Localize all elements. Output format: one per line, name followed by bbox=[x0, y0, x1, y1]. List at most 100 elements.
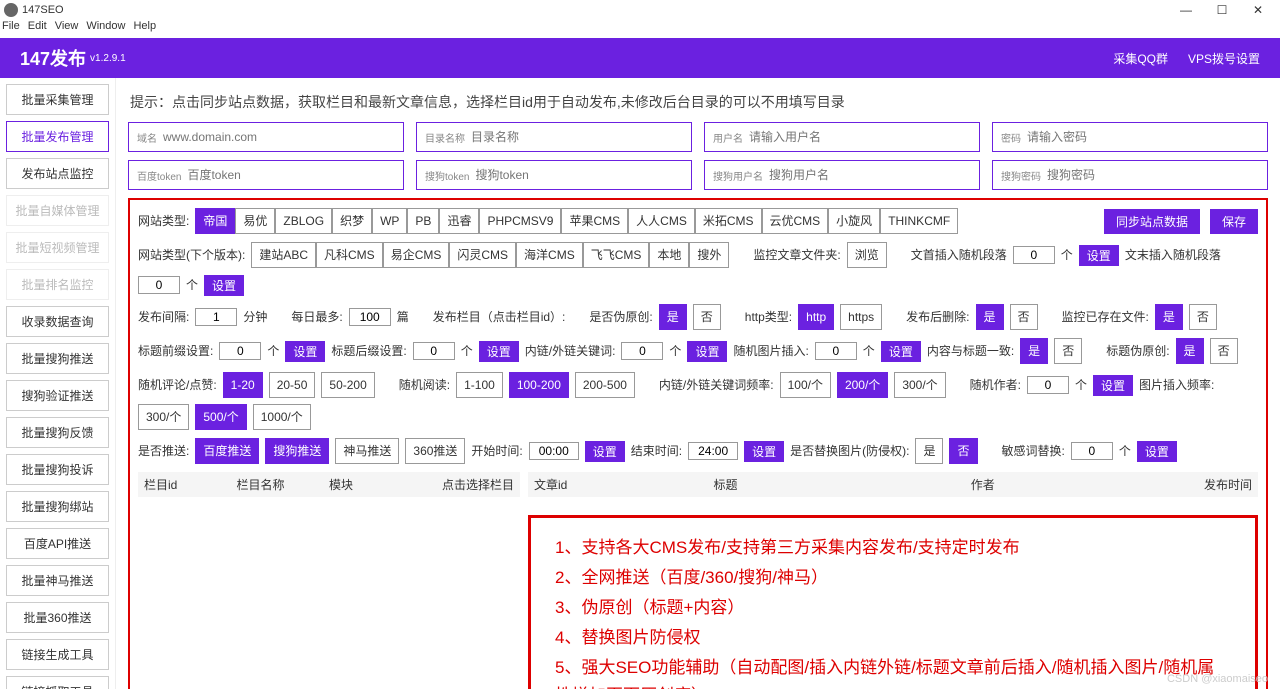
opt-WP[interactable]: WP bbox=[372, 208, 407, 234]
site-type-label: 网站类型: bbox=[138, 210, 189, 232]
sidebar-item-8[interactable]: 搜狗验证推送 bbox=[6, 380, 109, 411]
sidebar-item-15[interactable]: 链接生成工具 bbox=[6, 639, 109, 670]
input-field[interactable] bbox=[475, 168, 683, 182]
input-cell: 密码 bbox=[992, 122, 1268, 152]
table-left-head: 栏目id 栏目名称 模块 点击选择栏目 bbox=[138, 472, 520, 497]
input-field[interactable] bbox=[163, 130, 395, 144]
opt-迅睿[interactable]: 迅睿 bbox=[439, 208, 479, 234]
input-cell: 搜狗密码 bbox=[992, 160, 1268, 190]
pre-insert-set[interactable]: 设置 bbox=[1079, 245, 1119, 266]
input-field[interactable] bbox=[769, 168, 971, 182]
opt-搜外[interactable]: 搜外 bbox=[689, 242, 729, 268]
input-field[interactable] bbox=[749, 130, 971, 144]
menubar: File Edit View Window Help bbox=[0, 20, 1280, 38]
sidebar-item-7[interactable]: 批量搜狗推送 bbox=[6, 343, 109, 374]
menu-view[interactable]: View bbox=[55, 20, 79, 38]
pre-insert-input[interactable] bbox=[1013, 246, 1055, 264]
input-cell: 域名 bbox=[128, 122, 404, 152]
feature-line: 1、支持各大CMS发布/支持第三方采集内容发布/支持定时发布 bbox=[555, 534, 1231, 562]
sidebar-item-9[interactable]: 批量搜狗反馈 bbox=[6, 417, 109, 448]
https-opt[interactable]: https bbox=[840, 304, 882, 330]
opt-人人CMS[interactable]: 人人CMS bbox=[628, 208, 695, 234]
opt-THINKCMF[interactable]: THINKCMF bbox=[880, 208, 958, 234]
sidebar-item-1[interactable]: 批量发布管理 bbox=[6, 121, 109, 152]
input-label: 搜狗token bbox=[425, 168, 469, 183]
input-cell: 百度token bbox=[128, 160, 404, 190]
sidebar-item-12[interactable]: 百度API推送 bbox=[6, 528, 109, 559]
post-insert-input[interactable] bbox=[138, 276, 180, 294]
input-field[interactable] bbox=[1027, 130, 1259, 144]
opt-ZBLOG[interactable]: ZBLOG bbox=[275, 208, 332, 234]
menu-edit[interactable]: Edit bbox=[28, 20, 47, 38]
http-opt[interactable]: http bbox=[798, 304, 834, 330]
input-label: 搜狗密码 bbox=[1001, 168, 1041, 183]
interval-input[interactable] bbox=[195, 308, 237, 326]
input-cell: 目录名称 bbox=[416, 122, 692, 152]
sidebar-item-14[interactable]: 批量360推送 bbox=[6, 602, 109, 633]
sidebar-item-2[interactable]: 发布站点监控 bbox=[6, 158, 109, 189]
opt-云优CMS[interactable]: 云优CMS bbox=[762, 208, 829, 234]
daily-max-input[interactable] bbox=[349, 308, 391, 326]
window-close-button[interactable]: ✕ bbox=[1240, 3, 1276, 17]
titlebar: 147SEO — ☐ ✕ bbox=[0, 0, 1280, 20]
table-right-head: 文章id 标题 作者 发布时间 bbox=[528, 472, 1258, 497]
opt-织梦[interactable]: 织梦 bbox=[332, 208, 372, 234]
window-title: 147SEO bbox=[22, 4, 1168, 16]
header-link-vps[interactable]: VPS拨号设置 bbox=[1188, 50, 1260, 67]
browse-button[interactable]: 浏览 bbox=[847, 242, 887, 268]
sidebar-item-16[interactable]: 链接抓取工具 bbox=[6, 676, 109, 689]
feature-line: 4、替换图片防侵权 bbox=[555, 624, 1231, 652]
menu-help[interactable]: Help bbox=[133, 20, 156, 38]
feature-line: 2、全网推送（百度/360/搜狗/神马） bbox=[555, 564, 1231, 592]
input-label: 搜狗用户名 bbox=[713, 168, 763, 183]
monitor-folder-label: 监控文章文件夹: bbox=[753, 244, 840, 266]
sidebar-item-11[interactable]: 批量搜狗绑站 bbox=[6, 491, 109, 522]
opt-闪灵CMS[interactable]: 闪灵CMS bbox=[449, 242, 516, 268]
opt-建站ABC[interactable]: 建站ABC bbox=[251, 242, 316, 268]
window-max-button[interactable]: ☐ bbox=[1204, 3, 1240, 17]
watermark: CSDN @xiaomaiseo bbox=[1167, 673, 1268, 685]
pseudo-yes[interactable]: 是 bbox=[659, 304, 687, 330]
opt-易优[interactable]: 易优 bbox=[235, 208, 275, 234]
menu-window[interactable]: Window bbox=[86, 20, 125, 38]
sidebar-item-4[interactable]: 批量短视频管理 bbox=[6, 232, 109, 263]
opt-苹果CMS[interactable]: 苹果CMS bbox=[561, 208, 628, 234]
input-field[interactable] bbox=[1047, 168, 1259, 182]
opt-PHPCMSV9[interactable]: PHPCMSV9 bbox=[479, 208, 561, 234]
brand: 147发布 bbox=[20, 45, 86, 71]
site-type2-label: 网站类型(下个版本): bbox=[138, 244, 245, 266]
sidebar-item-0[interactable]: 批量采集管理 bbox=[6, 84, 109, 115]
opt-飞飞CMS[interactable]: 飞飞CMS bbox=[583, 242, 650, 268]
input-cell: 搜狗token bbox=[416, 160, 692, 190]
window-min-button[interactable]: — bbox=[1168, 3, 1204, 17]
post-insert-label: 文末插入随机段落 bbox=[1125, 244, 1221, 266]
opt-易企CMS[interactable]: 易企CMS bbox=[383, 242, 450, 268]
version: v1.2.9.1 bbox=[90, 53, 126, 64]
input-label: 目录名称 bbox=[425, 130, 465, 145]
pre-insert-label: 文首插入随机段落 bbox=[911, 244, 1007, 266]
opt-海洋CMS[interactable]: 海洋CMS bbox=[516, 242, 583, 268]
header: 147发布 v1.2.9.1 采集QQ群 VPS拨号设置 bbox=[0, 38, 1280, 78]
sync-button[interactable]: 同步站点数据 bbox=[1104, 209, 1200, 234]
opt-帝国[interactable]: 帝国 bbox=[195, 208, 235, 234]
opt-凡科CMS[interactable]: 凡科CMS bbox=[316, 242, 383, 268]
feature-box: 1、支持各大CMS发布/支持第三方采集内容发布/支持定时发布2、全网推送（百度/… bbox=[528, 515, 1258, 689]
sidebar-item-6[interactable]: 收录数据查询 bbox=[6, 306, 109, 337]
opt-米拓CMS[interactable]: 米拓CMS bbox=[695, 208, 762, 234]
input-cell: 搜狗用户名 bbox=[704, 160, 980, 190]
opt-PB[interactable]: PB bbox=[407, 208, 439, 234]
save-button[interactable]: 保存 bbox=[1210, 209, 1258, 234]
menu-file[interactable]: File bbox=[2, 20, 20, 38]
sidebar-item-5[interactable]: 批量排名监控 bbox=[6, 269, 109, 300]
sidebar-item-3[interactable]: 批量自媒体管理 bbox=[6, 195, 109, 226]
sidebar-item-10[interactable]: 批量搜狗投诉 bbox=[6, 454, 109, 485]
input-label: 域名 bbox=[137, 130, 157, 145]
input-field[interactable] bbox=[187, 168, 395, 182]
input-field[interactable] bbox=[471, 130, 683, 144]
opt-小旋风[interactable]: 小旋风 bbox=[828, 208, 880, 234]
sidebar-item-13[interactable]: 批量神马推送 bbox=[6, 565, 109, 596]
header-link-qq[interactable]: 采集QQ群 bbox=[1113, 50, 1168, 67]
opt-本地[interactable]: 本地 bbox=[649, 242, 689, 268]
post-insert-set[interactable]: 设置 bbox=[204, 275, 244, 296]
pseudo-no[interactable]: 否 bbox=[693, 304, 721, 330]
